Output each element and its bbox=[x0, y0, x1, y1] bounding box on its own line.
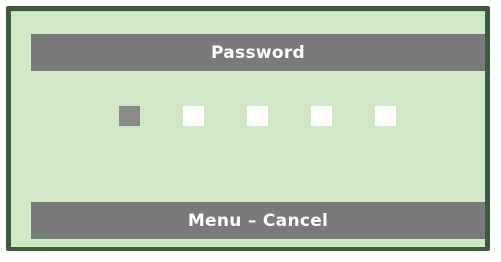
dialog-title: Password bbox=[31, 34, 485, 71]
cancel-hint: Menu – Cancel bbox=[31, 202, 485, 239]
password-dialog: Password Menu – Cancel bbox=[6, 6, 490, 251]
password-digit-4[interactable] bbox=[311, 106, 332, 126]
password-digit-1[interactable] bbox=[119, 106, 140, 126]
password-entry[interactable] bbox=[119, 106, 396, 126]
password-digit-2[interactable] bbox=[183, 106, 204, 126]
password-digit-5[interactable] bbox=[375, 106, 396, 126]
password-digit-3[interactable] bbox=[247, 106, 268, 126]
